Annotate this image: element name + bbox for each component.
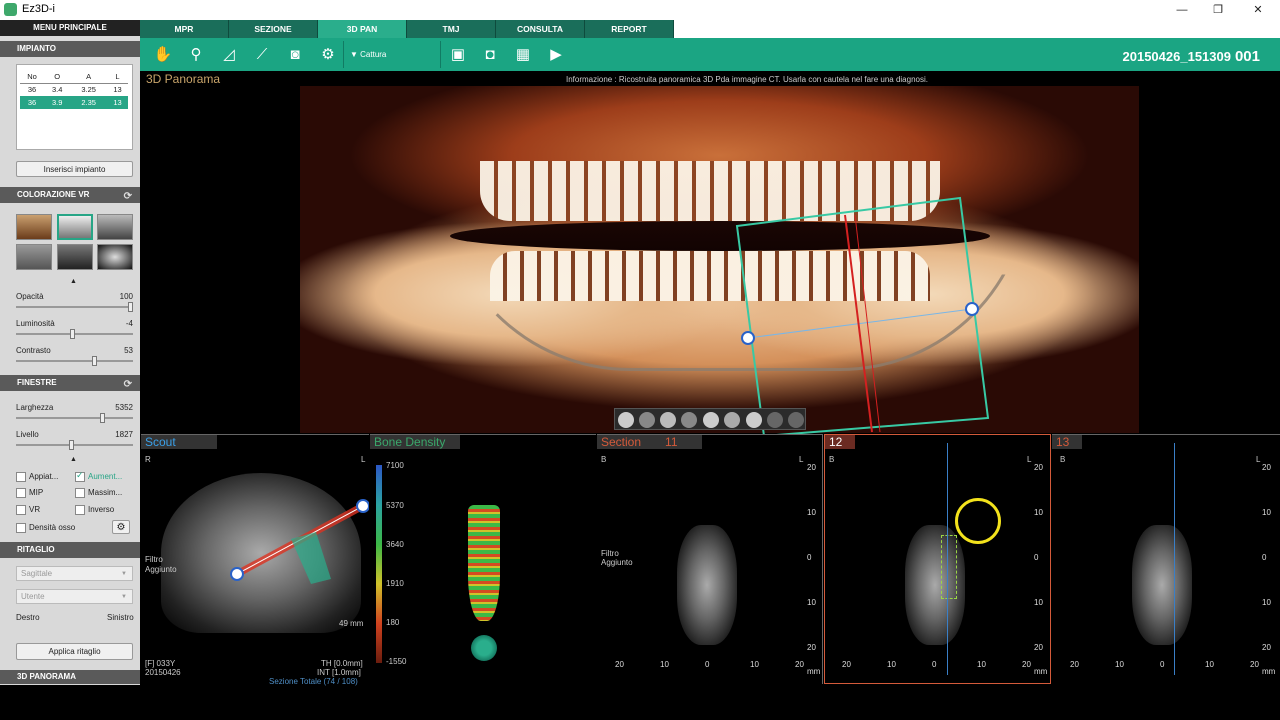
x-tick-label: 10 (887, 660, 896, 669)
lingual-marker: L (1256, 455, 1261, 464)
scale-tick: 5370 (386, 501, 404, 510)
section-axis-line (1174, 443, 1175, 675)
x-tick-label: 20 (615, 660, 624, 669)
section-panel-12[interactable]: 12 B L (824, 434, 1051, 684)
section-frame[interactable] (735, 196, 990, 438)
y-tick-label: 10 (1034, 598, 1043, 607)
implant-density-icon (468, 505, 500, 621)
section-image[interactable] (1132, 525, 1192, 645)
unit-label: mm (1262, 667, 1276, 676)
segment-icon[interactable] (703, 412, 719, 428)
scale-tick: 3640 (386, 540, 404, 549)
scale-tick: 180 (386, 618, 400, 627)
unit-label: mm (1034, 667, 1048, 676)
buccal-marker: B (601, 455, 607, 464)
x-tick-label: 20 (795, 660, 804, 669)
y-tick-label: 10 (807, 508, 816, 517)
segment-icon[interactable] (639, 412, 655, 428)
y-tick-label: 20 (1034, 643, 1043, 652)
lingual-marker: L (1027, 455, 1032, 464)
x-tick-label: 10 (660, 660, 669, 669)
segment-icon[interactable] (660, 412, 676, 428)
y-tick-label: 20 (807, 643, 816, 652)
lingual-marker: L (799, 455, 804, 464)
section-title: Section 11 (597, 435, 702, 449)
section-number: 12 (825, 435, 855, 449)
x-tick-label: 10 (1115, 660, 1124, 669)
x-tick-label: 20 (1070, 660, 1079, 669)
buccal-marker: B (1060, 455, 1066, 464)
y-tick-label: 20 (1262, 643, 1271, 652)
density-color-scale (376, 465, 382, 663)
segment-icon[interactable] (767, 412, 783, 428)
segment-icon[interactable] (746, 412, 762, 428)
bone-density-panel: Bone Density 7100 5370 3640 1910 180 -15… (370, 434, 596, 684)
section-axis-line (947, 443, 948, 675)
segment-icon[interactable] (724, 412, 740, 428)
scout-overlay (230, 499, 369, 584)
section-image[interactable] (677, 525, 737, 645)
added-label: Aggiunto (601, 558, 633, 567)
scout-handle-icon[interactable] (230, 567, 244, 581)
segment-icon[interactable] (681, 412, 697, 428)
section-panel-13[interactable]: 13 B L (1052, 434, 1280, 684)
unit-label: mm (807, 667, 821, 676)
section-panel-11[interactable]: Section 11 B L Filtro Aggiunto (597, 434, 823, 684)
y-tick-label: 0 (807, 553, 812, 562)
x-tick-label: 0 (932, 660, 937, 669)
segment-icon[interactable] (788, 412, 804, 428)
buccal-marker: B (829, 455, 835, 464)
x-tick-label: 10 (977, 660, 986, 669)
section-number: 13 (1052, 435, 1082, 449)
x-tick-label: 10 (1205, 660, 1214, 669)
y-tick-label: 10 (1262, 598, 1271, 607)
section-number: 11 (665, 435, 678, 449)
scale-tick: 1910 (386, 579, 404, 588)
x-tick-label: 0 (1160, 660, 1165, 669)
segment-bar (614, 408, 806, 430)
scout-handle-icon[interactable] (356, 499, 369, 513)
scale-tick: -1550 (386, 657, 407, 666)
implant-footprint (291, 532, 331, 584)
y-tick-label: 10 (1034, 508, 1043, 517)
y-tick-label: 10 (1262, 508, 1271, 517)
x-tick-label: 0 (705, 660, 710, 669)
section-title-label: Section (601, 435, 642, 449)
x-tick-label: 20 (842, 660, 851, 669)
x-tick-label: 20 (1250, 660, 1259, 669)
handle-left-icon[interactable] (741, 331, 755, 345)
y-tick-label: 20 (1034, 463, 1043, 472)
x-tick-label: 20 (1022, 660, 1031, 669)
y-tick-label: 10 (807, 598, 816, 607)
implant-outline[interactable] (941, 535, 957, 599)
y-tick-label: 0 (1034, 553, 1039, 562)
bone-density-title: Bone Density (370, 435, 460, 449)
y-tick-label: 20 (1262, 463, 1271, 472)
cursor-highlight (955, 498, 1001, 544)
scale-tick: 7100 (386, 461, 404, 470)
implant-top-view-icon (471, 635, 497, 661)
segment-icon[interactable] (618, 412, 634, 428)
handle-right-icon[interactable] (965, 302, 979, 316)
x-tick-label: 10 (750, 660, 759, 669)
y-tick-label: 0 (1262, 553, 1267, 562)
filter-label: Filtro (601, 549, 619, 558)
y-tick-label: 20 (807, 463, 816, 472)
